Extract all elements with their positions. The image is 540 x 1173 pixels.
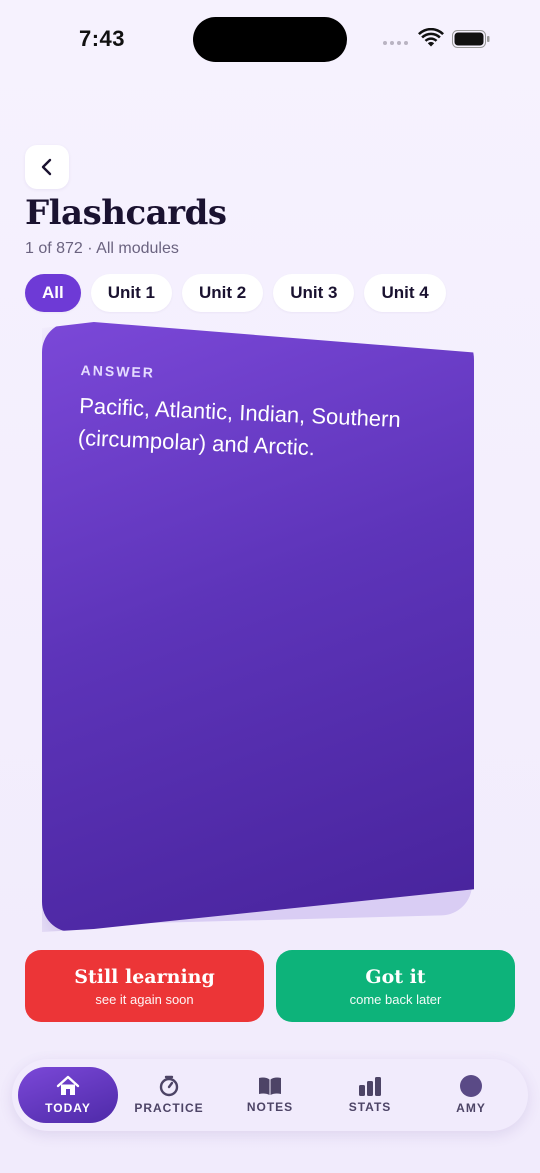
tab-profile-label: AMY (456, 1101, 486, 1115)
tab-practice-label: PRACTICE (134, 1101, 204, 1115)
cellular-signal-icon (383, 41, 408, 45)
got-it-label: Got it (365, 965, 426, 988)
still-learning-label: Still learning (74, 965, 215, 988)
bottom-tab-bar: TODAY PRACTICE NOTES STATS AMY (12, 1059, 528, 1131)
timer-icon (159, 1075, 179, 1097)
home-icon (56, 1075, 80, 1095)
still-learning-button[interactable]: Still learning see it again soon (25, 950, 264, 1022)
avatar (460, 1075, 482, 1097)
got-it-button[interactable]: Got it come back later (276, 950, 515, 1022)
battery-icon (452, 30, 490, 48)
wifi-icon (418, 28, 444, 47)
dynamic-island (193, 17, 347, 62)
chip-unit-1[interactable]: Unit 1 (90, 274, 172, 312)
card-progress: 1 of 872 · All modules (25, 240, 179, 257)
back-button[interactable] (25, 145, 69, 189)
chip-unit-2[interactable]: Unit 2 (181, 274, 264, 312)
tab-notes[interactable]: NOTES (220, 1059, 320, 1131)
got-it-hint: come back later (349, 991, 442, 1007)
tab-profile[interactable]: AMY (421, 1059, 521, 1131)
tab-practice[interactable]: PRACTICE (119, 1059, 219, 1131)
card-side-label: ANSWER (80, 362, 156, 381)
page-title: Flashcards (25, 193, 227, 233)
flashcard[interactable]: ANSWER Pacific, Atlantic, Indian, Southe… (42, 322, 474, 932)
flashcards-screen: 7:43 Flashcards 1 of 872 · All modules A… (0, 0, 540, 1173)
tab-today[interactable]: TODAY (18, 1067, 118, 1123)
tab-notes-label: NOTES (246, 1100, 294, 1114)
chip-all[interactable]: All (25, 274, 81, 312)
chevron-left-icon (41, 158, 52, 176)
tab-stats-label: STATS (348, 1100, 392, 1114)
module-filter-chips: All Unit 1 Unit 2 Unit 3 Unit 4 (25, 274, 446, 312)
chip-unit-3[interactable]: Unit 3 (273, 274, 355, 312)
tab-today-label: TODAY (45, 1101, 91, 1115)
bar-chart-icon (359, 1077, 381, 1096)
card-answer-text: Pacific, Atlantic, Indian, Southern (cir… (77, 392, 402, 461)
book-icon (259, 1077, 281, 1095)
tab-stats[interactable]: STATS (320, 1059, 420, 1131)
status-time: 7:43 (79, 26, 126, 51)
still-learning-hint: see it again soon (95, 991, 194, 1007)
chip-unit-4[interactable]: Unit 4 (364, 274, 446, 312)
